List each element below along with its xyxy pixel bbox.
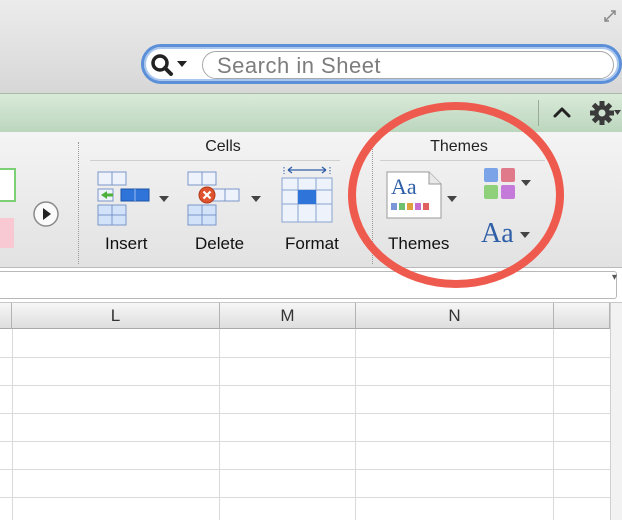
column-header-partial[interactable] [0, 303, 12, 329]
theme-colors-icon [484, 168, 515, 199]
delete-label: Delete [195, 234, 245, 253]
cell-style-good-swatch[interactable] [0, 168, 16, 202]
delete-cells-icon [187, 171, 240, 226]
vertical-scrollbar[interactable] [610, 303, 622, 520]
group-separator [372, 142, 373, 264]
sheet-grid[interactable] [0, 329, 610, 520]
cells-title-rule [90, 160, 340, 161]
tab-bar-divider [538, 100, 539, 126]
insert-label: Insert [105, 234, 148, 253]
grid-row-line [0, 469, 610, 470]
column-header-l[interactable]: L [12, 303, 220, 329]
themes-button[interactable]: Aa Themes [385, 170, 467, 260]
grid-row-line [0, 357, 610, 358]
grid-row-line [0, 441, 610, 442]
insert-menu-caret[interactable] [159, 196, 169, 202]
window-toolbar: Search in Sheet [0, 0, 622, 93]
themes-label: Themes [388, 234, 450, 253]
format-button[interactable]: Format [278, 166, 350, 260]
insert-cells-icon [97, 171, 150, 226]
column-header-n[interactable]: N [356, 303, 554, 329]
search-input[interactable]: Search in Sheet [202, 51, 614, 79]
search-placeholder: Search in Sheet [217, 53, 382, 78]
collapse-ribbon-icon[interactable] [549, 100, 575, 126]
cell-style-bad-swatch[interactable] [0, 218, 14, 248]
formula-expand-icon[interactable]: ▾ [612, 272, 622, 298]
theme-colors-button[interactable] [482, 166, 532, 206]
grid-row-line [0, 385, 610, 386]
formula-input[interactable] [0, 271, 617, 299]
delete-button[interactable]: Delete [185, 170, 265, 260]
gear-icon[interactable] [588, 98, 622, 128]
theme-colors-caret[interactable] [521, 180, 531, 186]
search-box: Search in Sheet [141, 44, 622, 84]
formula-bar: ▾ [0, 268, 622, 303]
svg-text:Aa: Aa [391, 174, 417, 199]
more-styles-icon[interactable] [31, 199, 61, 229]
column-header-m[interactable]: M [220, 303, 356, 329]
ribbon-tab-bar [0, 93, 622, 133]
insert-button[interactable]: Insert [95, 170, 173, 260]
ribbon-home-panel: Cells Insert Delete Format Themes Aa The… [0, 132, 622, 268]
theme-fonts-caret[interactable] [520, 232, 530, 238]
format-cells-icon [281, 166, 333, 223]
themes-menu-caret[interactable] [447, 196, 457, 202]
grid-row-line [0, 497, 610, 498]
theme-fonts-sample: Aa [481, 218, 514, 249]
themes-gallery-icon: Aa [386, 171, 442, 219]
group-separator [78, 142, 79, 264]
delete-menu-caret[interactable] [251, 196, 261, 202]
resize-window-icon[interactable] [602, 8, 618, 24]
format-label: Format [285, 234, 339, 253]
column-header-next[interactable] [554, 303, 610, 329]
themes-group-title: Themes [430, 138, 488, 155]
theme-fonts-button[interactable]: Aa [481, 218, 533, 258]
themes-title-rule [380, 160, 545, 161]
search-options-icon[interactable] [150, 53, 190, 77]
grid-row-line [0, 413, 610, 414]
cells-group-title: Cells [205, 138, 241, 155]
